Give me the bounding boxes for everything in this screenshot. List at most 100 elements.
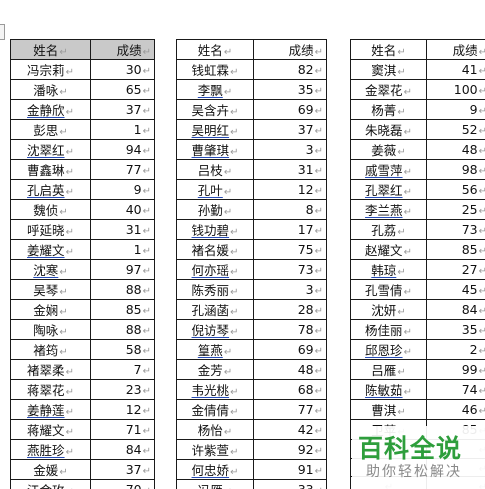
score-cell[interactable]: 69↵ <box>253 99 327 120</box>
name-cell[interactable]: 孙勤↵ <box>176 199 254 220</box>
score-cell[interactable]: 9↵ <box>426 99 485 120</box>
header-score[interactable]: 成绩↵ <box>90 39 155 60</box>
name-cell[interactable]: 许紫萱↵ <box>176 439 254 460</box>
score-cell[interactable]: 35↵ <box>426 319 485 340</box>
name-cell[interactable]: 潘咏↵ <box>10 79 91 100</box>
name-cell[interactable]: 冯雁↵ <box>176 479 254 489</box>
score-cell[interactable]: 68↵ <box>253 379 327 400</box>
score-cell[interactable]: 88↵ <box>90 279 155 300</box>
score-cell[interactable]: 85↵ <box>90 299 155 320</box>
name-cell[interactable]: 曹淇↵ <box>350 399 427 420</box>
name-cell[interactable]: 褚筠↵ <box>10 339 91 360</box>
score-cell[interactable]: 77↵ <box>253 399 327 420</box>
name-cell[interactable]: 孔荔↵ <box>350 219 427 240</box>
score-cell[interactable]: 82↵ <box>253 59 327 80</box>
score-cell[interactable]: 88↵ <box>90 319 155 340</box>
name-cell[interactable]: 金媛↵ <box>10 459 91 480</box>
name-cell[interactable]: 曹肇琪↵ <box>176 139 254 160</box>
name-cell[interactable]: 朱晓磊↵ <box>350 119 427 140</box>
name-cell[interactable]: 韦光桃↵ <box>176 379 254 400</box>
name-cell[interactable]: 陈敏茹↵ <box>350 379 427 400</box>
name-cell[interactable]: 吴含卉↵ <box>176 99 254 120</box>
score-cell[interactable]: 73↵ <box>253 259 327 280</box>
score-cell[interactable]: 94↵ <box>90 139 155 160</box>
name-cell[interactable]: 沈妍↵ <box>350 299 427 320</box>
score-cell[interactable]: 75↵ <box>253 239 327 260</box>
score-cell[interactable]: 98↵ <box>426 159 485 180</box>
score-cell[interactable]: 45↵ <box>426 279 485 300</box>
score-cell[interactable]: 8↵ <box>253 199 327 220</box>
score-cell[interactable]: 33↵ <box>253 479 327 489</box>
name-cell[interactable]: 呼延晓↵ <box>10 219 91 240</box>
score-cell[interactable]: 46↵ <box>426 399 485 420</box>
name-cell[interactable]: 燕胜珍↵ <box>10 439 91 460</box>
name-cell[interactable]: 戚雪萍↵ <box>350 159 427 180</box>
score-cell[interactable]: 74↵ <box>426 379 485 400</box>
name-cell[interactable]: 孔启英↵ <box>10 179 91 200</box>
header-name[interactable]: 姓名↵ <box>350 39 427 60</box>
score-cell[interactable]: 78↵ <box>253 319 327 340</box>
name-cell[interactable]: 吴琴↵ <box>10 279 91 300</box>
score-cell[interactable]: 65↵ <box>90 79 155 100</box>
name-cell[interactable]: 赵耀文↵ <box>350 239 427 260</box>
score-cell[interactable]: 31↵ <box>90 219 155 240</box>
name-cell[interactable]: 韩琼↵ <box>350 259 427 280</box>
score-cell[interactable]: 52↵ <box>426 119 485 140</box>
name-cell[interactable]: 江金玫↵ <box>10 479 91 489</box>
name-cell[interactable]: 陶咏↵ <box>10 319 91 340</box>
score-cell[interactable]: 99↵ <box>426 359 485 380</box>
score-cell[interactable]: 100↵ <box>426 79 485 100</box>
name-cell[interactable]: 曹鑫琳↵ <box>10 159 91 180</box>
score-cell[interactable]: 2↵ <box>426 339 485 360</box>
name-cell[interactable]: 何忠娇↵ <box>176 459 254 480</box>
name-cell[interactable]: 金芳↵ <box>176 359 254 380</box>
name-cell[interactable]: 钱虹霖↵ <box>176 59 254 80</box>
score-cell[interactable]: 56↵ <box>426 179 485 200</box>
score-cell[interactable]: 42↵ <box>253 419 327 440</box>
name-cell[interactable]: 姜静莲↵ <box>10 399 91 420</box>
name-cell[interactable]: 倪访琴↵ <box>176 319 254 340</box>
score-cell[interactable]: 7↵ <box>90 359 155 380</box>
name-cell[interactable]: 姜耀文↵ <box>10 239 91 260</box>
name-cell[interactable]: 蒋翠花↵ <box>10 379 91 400</box>
score-cell[interactable]: 40↵ <box>90 199 155 220</box>
name-cell[interactable]: 篁燕↵ <box>176 339 254 360</box>
name-cell[interactable]: 金翠花↵ <box>350 79 427 100</box>
score-cell[interactable]: 48↵ <box>253 359 327 380</box>
score-cell[interactable]: 58↵ <box>90 339 155 360</box>
name-cell[interactable]: 钱功碧↵ <box>176 219 254 240</box>
name-cell[interactable]: 褚名媛↵ <box>176 239 254 260</box>
score-cell[interactable]: 41↵ <box>426 59 485 80</box>
name-cell[interactable]: 吕枝↵ <box>176 159 254 180</box>
name-cell[interactable]: 陈秀丽↵ <box>176 279 254 300</box>
score-cell[interactable]: 85↵ <box>426 239 485 260</box>
score-cell[interactable]: 23↵ <box>90 379 155 400</box>
score-cell[interactable]: 1↵ <box>90 239 155 260</box>
name-cell[interactable]: 沈翠红↵ <box>10 139 91 160</box>
header-name[interactable]: 姓名↵ <box>176 39 254 60</box>
score-cell[interactable]: 71↵ <box>90 419 155 440</box>
score-cell[interactable]: 30↵ <box>90 59 155 80</box>
name-cell[interactable]: 杨怡↵ <box>176 419 254 440</box>
name-cell[interactable]: 孔涵菡↵ <box>176 299 254 320</box>
name-cell[interactable]: 蒋耀文↵ <box>10 419 91 440</box>
name-cell[interactable]: 姜薇↵ <box>350 139 427 160</box>
score-cell[interactable]: 1↵ <box>90 119 155 140</box>
name-cell[interactable]: 窦淇↵ <box>350 59 427 80</box>
score-cell[interactable]: 84↵ <box>90 439 155 460</box>
score-cell[interactable]: 48↵ <box>426 139 485 160</box>
name-cell[interactable]: 李兰燕↵ <box>350 199 427 220</box>
score-cell[interactable]: 9↵ <box>90 179 155 200</box>
name-cell[interactable]: 冯宗莉↵ <box>10 59 91 80</box>
name-cell[interactable]: 何亦瑶↵ <box>176 259 254 280</box>
name-cell[interactable]: 孔翠红↵ <box>350 179 427 200</box>
score-cell[interactable]: 3↵ <box>253 279 327 300</box>
score-cell[interactable]: 37↵ <box>90 99 155 120</box>
score-cell[interactable]: 27↵ <box>426 259 485 280</box>
score-cell[interactable]: 77↵ <box>90 159 155 180</box>
name-cell[interactable]: 彭思↵ <box>10 119 91 140</box>
score-cell[interactable]: 84↵ <box>426 299 485 320</box>
name-cell[interactable]: 杨菁↵ <box>350 99 427 120</box>
score-cell[interactable]: 35↵ <box>253 79 327 100</box>
name-cell[interactable]: 孔雪倩↵ <box>350 279 427 300</box>
